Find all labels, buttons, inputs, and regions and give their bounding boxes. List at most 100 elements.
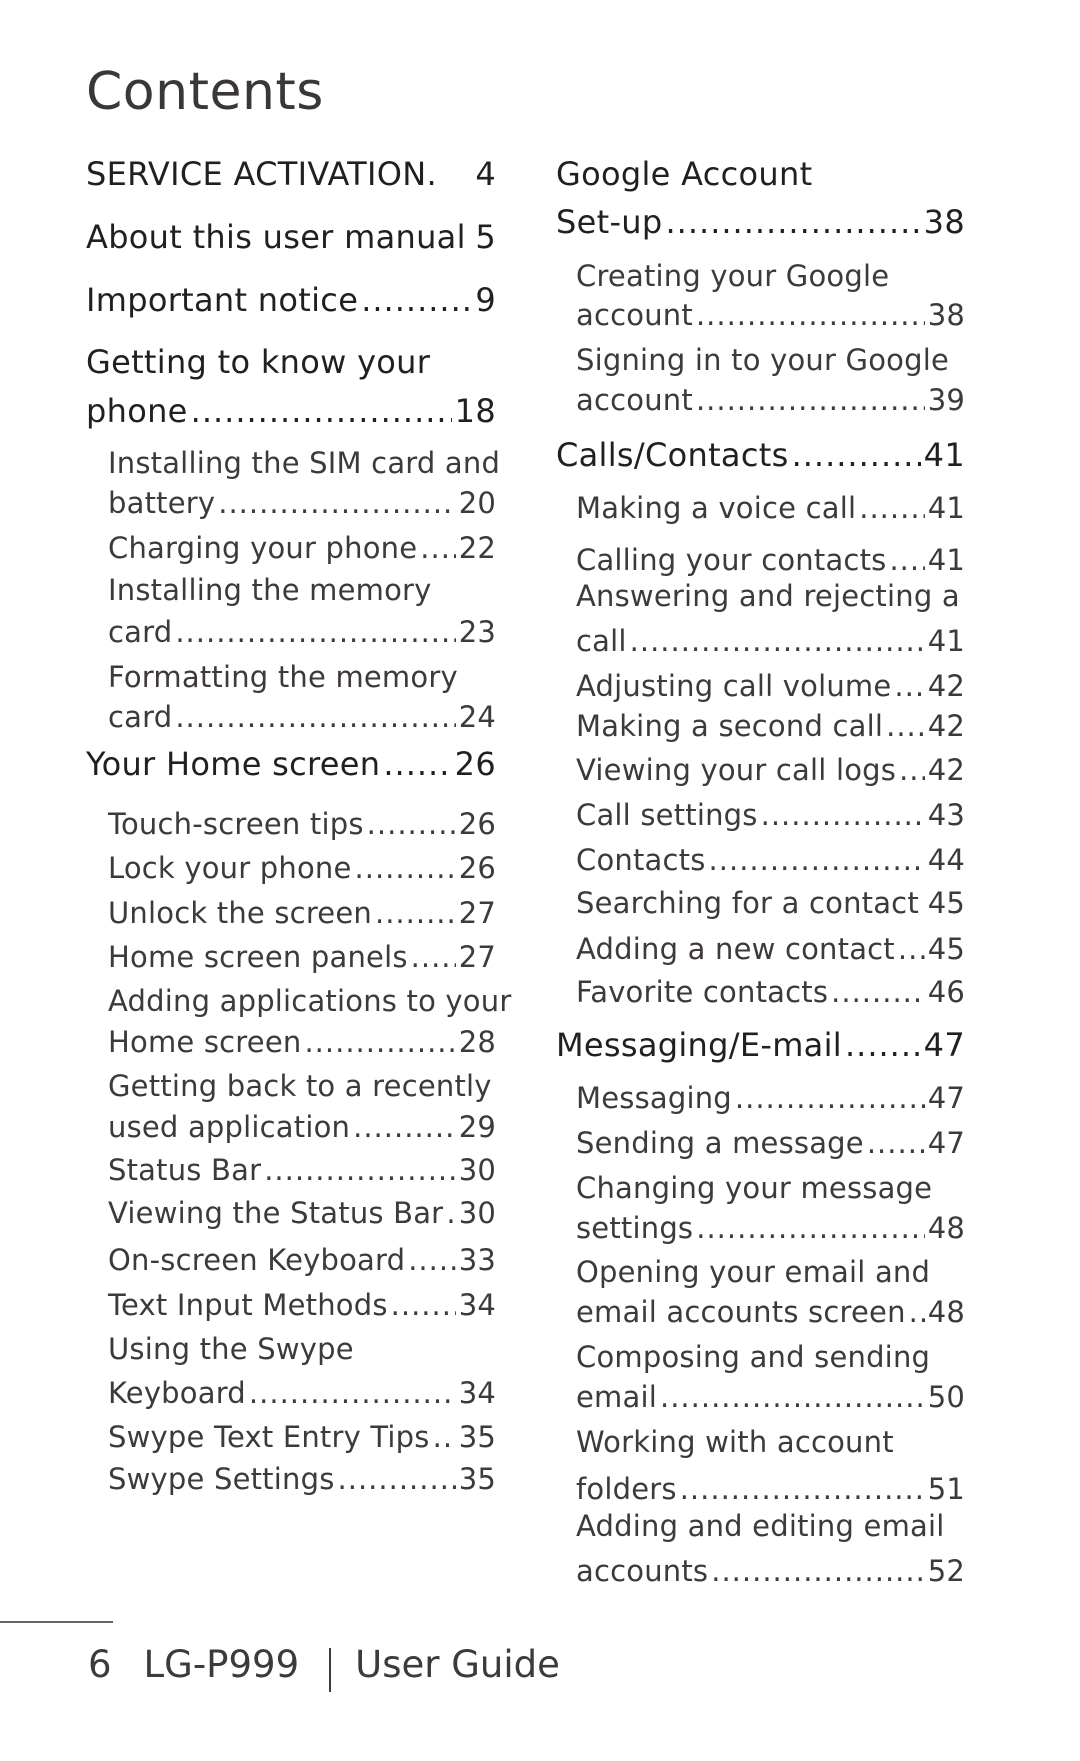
toc-entry-title: Getting to know your — [86, 343, 431, 381]
toc-entry[interactable]: Home screen 28 — [108, 1025, 496, 1059]
toc-entry-title: Status Bar — [108, 1153, 262, 1187]
toc-page-number: 52 — [927, 1554, 965, 1588]
toc-entry[interactable]: accounts 52 — [576, 1554, 965, 1588]
toc-page-number: 41 — [923, 436, 965, 474]
toc-page-number: 4 — [475, 155, 496, 193]
toc-page-number: 41 — [927, 543, 965, 577]
toc-entry-line: Installing the SIM card and — [108, 446, 500, 480]
toc-entry[interactable]: Searching for a contact45 — [576, 886, 965, 920]
toc-entry[interactable]: settings 48 — [576, 1211, 965, 1245]
toc-entry[interactable]: email 50 — [576, 1380, 965, 1414]
toc-entry-title: Viewing the Status Bar — [108, 1196, 444, 1230]
toc-entry[interactable]: Status Bar 30 — [108, 1153, 496, 1187]
toc-entry-title: Home screen — [108, 1025, 302, 1059]
toc-entry-title: Set-up — [556, 203, 663, 241]
toc-entry[interactable]: On-screen Keyboard 33 — [108, 1243, 496, 1277]
toc-entry[interactable]: Favorite contacts 46 — [576, 975, 965, 1009]
toc-entry[interactable]: call 41 — [576, 624, 965, 658]
toc-entry[interactable]: Adding a new contact 45 — [576, 932, 965, 966]
toc-entry-line: Installing the memory — [108, 573, 432, 607]
toc-entry-title: Unlock the screen — [108, 896, 372, 930]
dot-leader — [735, 1081, 925, 1115]
toc-entry-title: Contacts — [576, 843, 706, 877]
dot-leader — [898, 932, 925, 966]
toc-entry[interactable]: Important notice 9 — [86, 281, 496, 319]
toc-entry-line: Working with account — [576, 1425, 894, 1459]
toc-page-number: 27 — [458, 940, 496, 974]
toc-entry[interactable]: Lock your phone 26 — [108, 851, 496, 885]
toc-entry[interactable]: account 38 — [576, 298, 965, 332]
toc-entry[interactable]: Charging your phone 22 — [108, 531, 496, 565]
toc-page-number: 50 — [927, 1380, 965, 1414]
toc-entry[interactable]: Sending a message 47 — [576, 1126, 965, 1160]
toc-page-number: 42 — [927, 669, 965, 703]
toc-entry[interactable]: Calls/Contacts 41 — [556, 436, 965, 474]
toc-entry-line: Using the Swype — [108, 1332, 354, 1366]
toc-page-number: 34 — [458, 1288, 496, 1322]
toc-entry[interactable]: Viewing the Status Bar 30 — [108, 1196, 496, 1230]
toc-page-number: 38 — [927, 298, 965, 332]
toc-entry[interactable]: Unlock the screen 27 — [108, 896, 496, 930]
toc-entry-title: settings — [576, 1211, 694, 1245]
toc-entry[interactable]: Set-up 38 — [556, 203, 965, 241]
toc-entry[interactable]: email accounts screen 48 — [576, 1295, 965, 1329]
toc-entry[interactable]: card 24 — [108, 700, 496, 734]
toc-page-number: 18 — [454, 392, 496, 430]
toc-entry-title: battery — [108, 486, 216, 520]
toc-entry-title: email — [576, 1380, 657, 1414]
page-number: 6 — [88, 1642, 112, 1686]
toc-entry-title: Messaging — [576, 1081, 732, 1115]
toc-entry[interactable]: Home screen panels 27 — [108, 940, 496, 974]
guide-label: User Guide — [355, 1642, 560, 1686]
toc-page-number: 47 — [927, 1081, 965, 1115]
toc-entry[interactable]: Your Home screen 26 — [86, 745, 496, 783]
toc-entry-line: Creating your Google — [576, 259, 889, 293]
dot-leader — [792, 436, 921, 474]
toc-entry[interactable]: Viewing your call logs 42 — [576, 753, 965, 787]
toc-entry[interactable]: account 39 — [576, 383, 965, 417]
toc-page-number: 42 — [927, 753, 965, 787]
toc-entry[interactable]: Swype Text Entry Tips 35 — [108, 1420, 496, 1454]
dot-leader — [408, 1243, 455, 1277]
toc-page-number: 41 — [927, 491, 965, 525]
dot-leader — [367, 807, 456, 841]
toc-page-number: 30 — [458, 1153, 496, 1187]
toc-entry[interactable]: card 23 — [108, 615, 496, 649]
toc-entry[interactable]: Messaging/E-mail 47 — [556, 1026, 965, 1064]
toc-page-number: 26 — [454, 745, 496, 783]
toc-entry[interactable]: Swype Settings 35 — [108, 1462, 496, 1496]
page-title: Contents — [86, 62, 324, 122]
toc-entry[interactable]: SERVICE ACTIVATION. 4 — [86, 155, 496, 193]
toc-page-number: 5 — [475, 218, 496, 256]
toc-entry[interactable]: Adjusting call volume 42 — [576, 669, 965, 703]
toc-entry[interactable]: Text Input Methods 34 — [108, 1288, 496, 1322]
dot-leader — [859, 491, 924, 525]
toc-page-number: 44 — [927, 843, 965, 877]
toc-entry[interactable]: Keyboard 34 — [108, 1376, 496, 1410]
toc-page-number: 24 — [458, 700, 496, 734]
toc-page-number: 47 — [927, 1126, 965, 1160]
footer-separator — [329, 1648, 332, 1692]
toc-entry[interactable]: Making a voice call 41 — [576, 491, 965, 525]
toc-entry[interactable]: folders 51 — [576, 1472, 965, 1506]
toc-entry[interactable]: Messaging 47 — [576, 1081, 965, 1115]
toc-entry[interactable]: Making a second call 42 — [576, 709, 965, 743]
toc-entry[interactable]: Touch-screen tips 26 — [108, 807, 496, 841]
toc-entry-title: card — [108, 615, 173, 649]
toc-entry[interactable]: Call settings 43 — [576, 798, 965, 832]
toc-entry[interactable]: battery 20 — [108, 486, 496, 520]
toc-entry[interactable]: phone 18 — [86, 392, 496, 430]
toc-entry[interactable]: About this user manual 5 — [86, 218, 496, 256]
toc-page-number: 26 — [458, 851, 496, 885]
toc-entry-title: email accounts screen — [576, 1295, 906, 1329]
toc-entry-line: Composing and sending — [576, 1340, 930, 1374]
dot-leader — [433, 1420, 456, 1454]
dot-leader — [680, 1472, 925, 1506]
toc-entry[interactable]: Calling your contacts 41 — [576, 543, 965, 577]
toc-entry[interactable]: Contacts 44 — [576, 843, 965, 877]
toc-page-number: 45 — [927, 932, 965, 966]
toc-entry-title: Opening your email and — [576, 1255, 931, 1289]
dot-leader — [630, 624, 925, 658]
toc-entry-title: Using the Swype — [108, 1332, 354, 1366]
toc-entry[interactable]: used application 29 — [108, 1110, 496, 1144]
